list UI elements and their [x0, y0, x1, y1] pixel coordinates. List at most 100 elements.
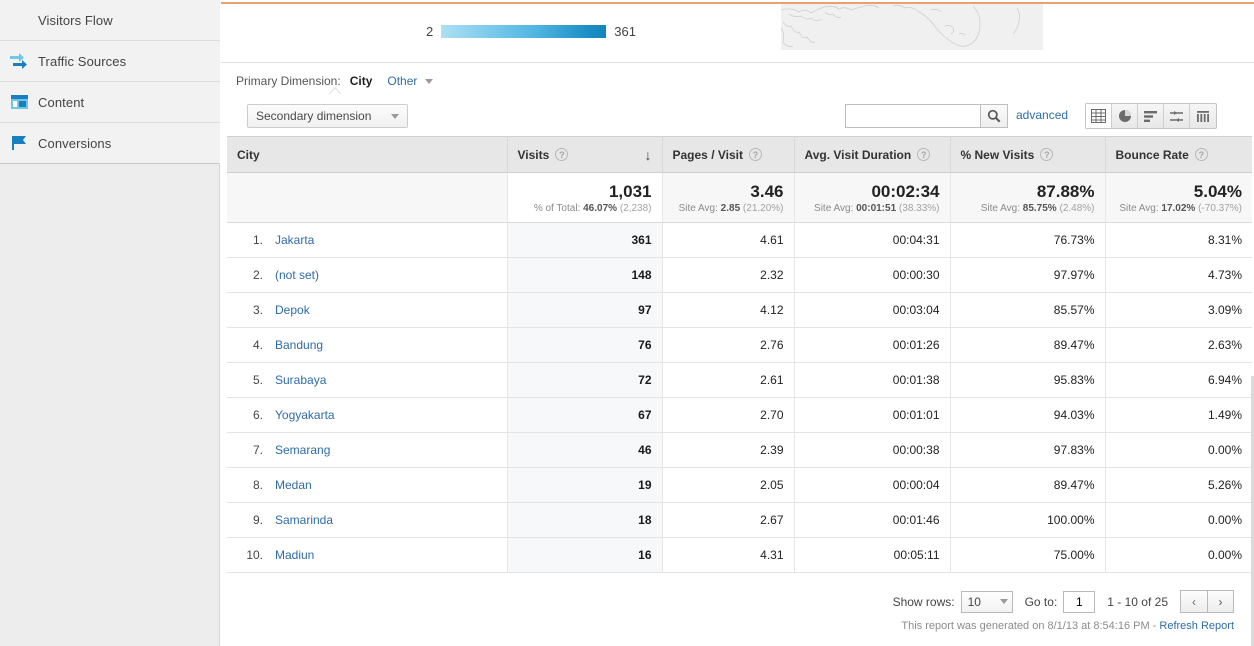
- cell-city: 5. Surabaya: [227, 362, 508, 398]
- table-row: 10. Madiun 16 4.31 00:05:11 75.00% 0.00%: [227, 537, 1252, 573]
- summary-sub-value: 2.85: [720, 202, 741, 214]
- cell-visits: 148: [507, 257, 663, 293]
- previous-page-button[interactable]: ‹: [1180, 590, 1207, 613]
- help-icon[interactable]: ?: [1194, 148, 1208, 161]
- show-rows-select[interactable]: 10: [960, 590, 1013, 613]
- sidebar-item-visitors-flow[interactable]: Visitors Flow: [0, 0, 220, 41]
- cell-city: 9. Samarinda: [227, 502, 508, 538]
- row-rank: 8.: [252, 478, 263, 492]
- summary-sub-prefix: Site Avg:: [678, 202, 718, 214]
- cell-city: 8. Medan: [227, 467, 508, 503]
- column-header-label: Avg. Visit Duration: [804, 147, 912, 162]
- row-rank: 5.: [252, 373, 263, 387]
- column-header-label: % New Visits: [960, 147, 1035, 162]
- row-rank: 4.: [252, 338, 263, 352]
- sidebar-item-content[interactable]: Content: [0, 82, 220, 123]
- table-body: 1. Jakarta 361 4.61 00:04:31 76.73% 8.31% 2. (no…: [227, 222, 1252, 573]
- city-link[interactable]: Yogyakarta: [275, 408, 335, 422]
- geo-map-fragment: [781, 4, 1043, 50]
- cell-avg-visit-duration: 00:01:01: [794, 397, 951, 433]
- pivot-view-icon[interactable]: [1190, 104, 1216, 128]
- summary-sub-value: 85.75%: [1022, 202, 1057, 214]
- cell-visits: 97: [507, 292, 663, 328]
- search-button[interactable]: [980, 104, 1008, 128]
- cell-city: 6. Yogyakarta: [227, 397, 508, 433]
- summary-sub-prefix: Site Avg:: [980, 202, 1020, 214]
- summary-cell-pages-per-visit: 3.46 Site Avg: 2.85 (21.20%): [662, 172, 795, 223]
- bar-chart-view-icon[interactable]: [1138, 104, 1164, 128]
- summary-sub-paren: (-70.37%): [1198, 202, 1242, 214]
- column-header-avg-visit-duration[interactable]: Avg. Visit Duration ?: [794, 136, 951, 173]
- column-header-visits[interactable]: Visits ? ↓: [507, 136, 663, 173]
- help-icon[interactable]: ?: [1040, 148, 1054, 161]
- city-link[interactable]: Bandung: [275, 338, 323, 352]
- sidebar-divider: [0, 163, 219, 164]
- cell-pages-per-visit: 4.61: [662, 222, 795, 258]
- city-cell-content: 1. Jakarta: [237, 233, 497, 247]
- summary-sub-paren: (21.20%): [742, 202, 784, 214]
- secondary-dimension-dropdown[interactable]: Secondary dimension: [247, 104, 409, 128]
- goto-page-input[interactable]: [1063, 590, 1096, 613]
- city-cell-content: 4. Bandung: [237, 338, 497, 352]
- city-link[interactable]: (not set): [275, 268, 319, 282]
- help-icon[interactable]: ?: [555, 148, 569, 161]
- search-input[interactable]: [845, 104, 980, 128]
- column-header-bounce-rate[interactable]: Bounce Rate ?: [1105, 136, 1252, 173]
- sidebar-item-label: Conversions: [38, 135, 112, 151]
- advanced-filter-link[interactable]: advanced: [1016, 108, 1068, 122]
- refresh-report-link[interactable]: Refresh Report: [1159, 620, 1234, 632]
- cell-new-visits: 100.00%: [950, 502, 1106, 538]
- city-link[interactable]: Madiun: [275, 548, 314, 562]
- sidebar-item-conversions[interactable]: Conversions: [0, 123, 220, 164]
- next-page-button[interactable]: ›: [1207, 590, 1234, 613]
- city-cell-content: 2. (not set): [237, 268, 497, 282]
- primary-dimension-label: Primary Dimension:: [236, 74, 341, 88]
- secondary-dimension-label: Secondary dimension: [256, 109, 372, 123]
- pagination-range: 1 - 10 of 25: [1107, 594, 1168, 609]
- summary-subtext: Site Avg: 00:01:51 (38.33%): [805, 202, 940, 214]
- city-link[interactable]: Depok: [275, 303, 310, 317]
- sidebar-item-label: Visitors Flow: [38, 12, 113, 28]
- summary-subtext: % of Total: 46.07% (2,238): [518, 203, 652, 214]
- summary-cell-city: [227, 172, 508, 223]
- primary-dimension-city-tab[interactable]: City: [347, 74, 376, 90]
- table-row: 9. Samarinda 18 2.67 00:01:46 100.00% 0.00%: [227, 502, 1252, 538]
- help-icon[interactable]: ?: [917, 148, 931, 161]
- column-header-new-visits[interactable]: % New Visits ?: [950, 136, 1106, 173]
- city-link[interactable]: Jakarta: [275, 233, 314, 247]
- city-cell-content: 7. Semarang: [237, 443, 497, 457]
- table-row: 4. Bandung 76 2.76 00:01:26 89.47% 2.63%: [227, 327, 1252, 363]
- summary-sub-prefix: Site Avg:: [814, 202, 854, 214]
- help-icon[interactable]: ?: [748, 148, 762, 161]
- table-view-icon[interactable]: [1086, 104, 1112, 128]
- chevron-right-icon: ›: [1218, 594, 1223, 609]
- city-link[interactable]: Semarang: [275, 443, 330, 457]
- column-header-city[interactable]: City: [227, 136, 508, 173]
- table-row: 5. Surabaya 72 2.61 00:01:38 95.83% 6.94%: [227, 362, 1252, 398]
- primary-dimension-other-menu[interactable]: Other: [387, 74, 433, 88]
- cell-bounce-rate: 0.00%: [1105, 537, 1252, 573]
- cell-pages-per-visit: 4.12: [662, 292, 795, 328]
- city-cell-content: 9. Samarinda: [237, 513, 497, 527]
- column-header-pages-per-visit[interactable]: Pages / Visit ?: [662, 136, 795, 173]
- goto-label: Go to:: [1024, 594, 1058, 609]
- city-link[interactable]: Medan: [275, 478, 312, 492]
- summary-row: 1,031 % of Total: 46.07% (2,238) 3.46 Si…: [227, 172, 1252, 223]
- row-rank: 1.: [252, 233, 263, 247]
- city-link[interactable]: Surabaya: [275, 373, 326, 387]
- sidebar-item-label: Traffic Sources: [38, 53, 127, 69]
- summary-sub-paren: (38.33%): [898, 202, 940, 214]
- pie-chart-view-icon[interactable]: [1112, 104, 1138, 128]
- legend-min-value: 2: [426, 24, 434, 39]
- comparison-view-icon[interactable]: [1164, 104, 1190, 128]
- table-row: 7. Semarang 46 2.39 00:00:38 97.83% 0.00%: [227, 432, 1252, 468]
- report-generated-line: This report was generated on 8/1/13 at 8…: [901, 620, 1234, 632]
- column-header-label: Bounce Rate: [1115, 147, 1189, 162]
- cell-visits: 18: [507, 502, 663, 538]
- cell-pages-per-visit: 2.39: [662, 432, 795, 468]
- summary-sub-paren: (2,238): [619, 202, 652, 214]
- cell-new-visits: 85.57%: [950, 292, 1106, 328]
- row-rank: 6.: [252, 408, 263, 422]
- city-link[interactable]: Samarinda: [275, 513, 333, 527]
- sidebar-item-traffic-sources[interactable]: Traffic Sources: [0, 41, 220, 82]
